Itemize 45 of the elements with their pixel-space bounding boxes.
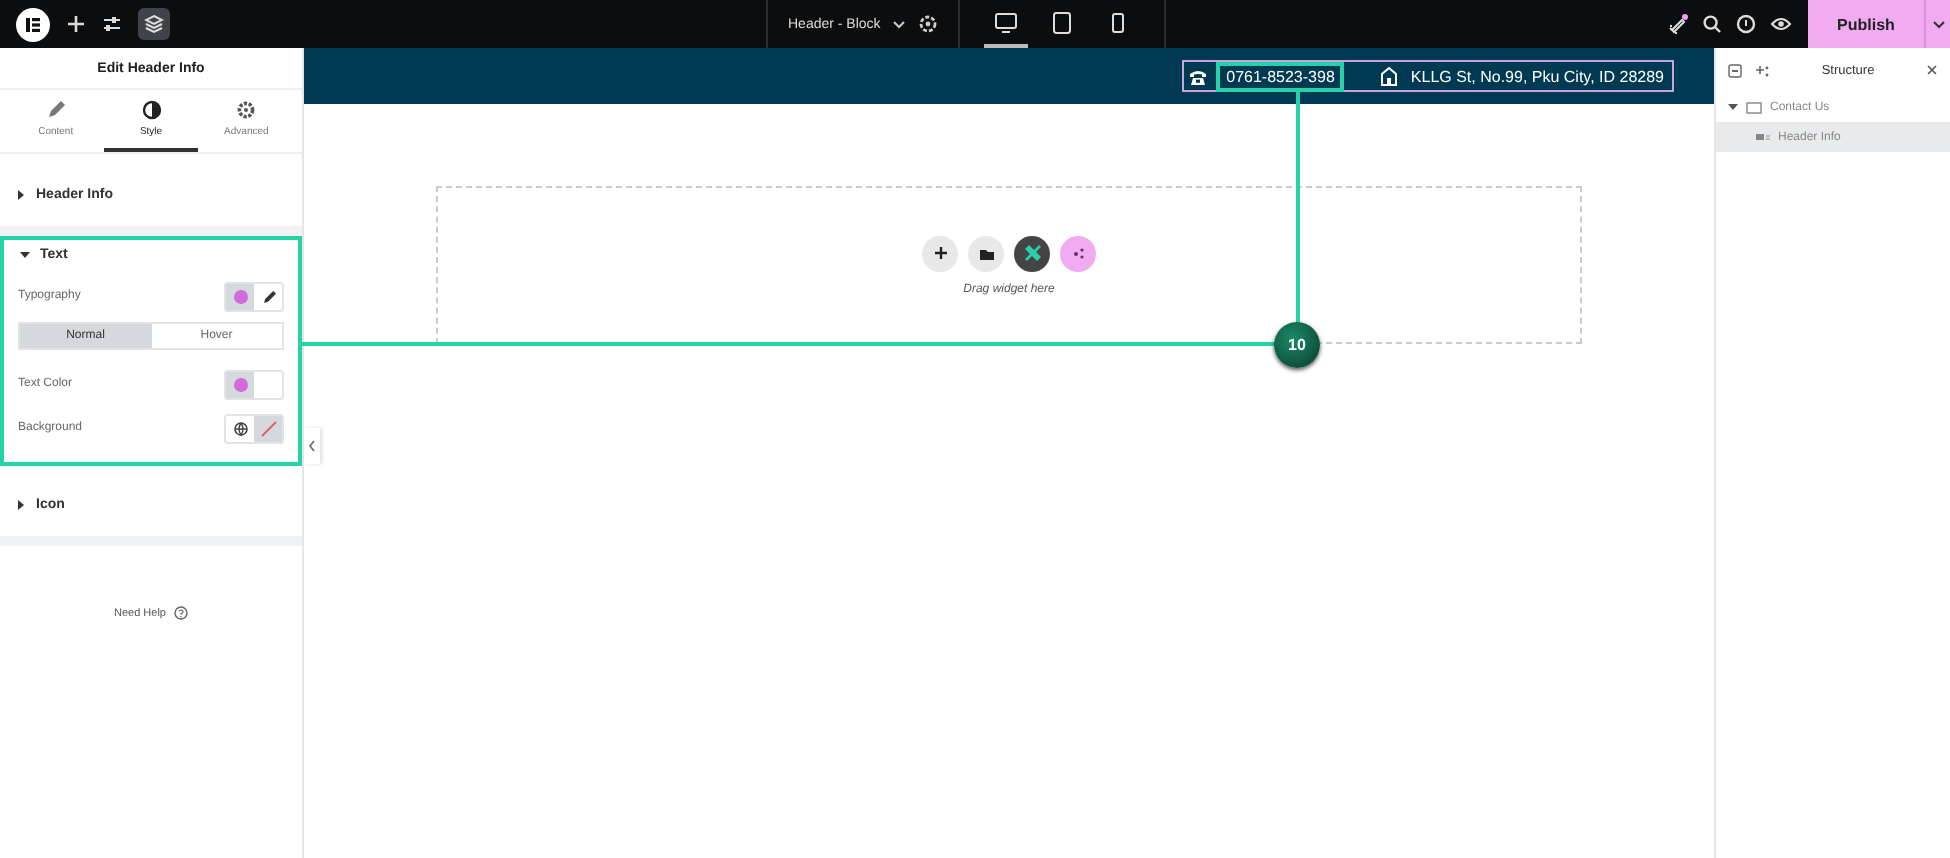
ai-button[interactable]	[1060, 235, 1096, 271]
panel-icon[interactable]	[1728, 63, 1742, 77]
pencil-icon	[45, 100, 66, 120]
publish-button[interactable]: Publish	[1808, 0, 1924, 48]
e-letter-icon	[24, 15, 42, 33]
monitor-icon	[994, 11, 1019, 33]
telephone-icon	[1188, 67, 1209, 85]
tablet-icon	[1050, 11, 1075, 33]
slash-icon	[259, 419, 277, 437]
layers-icon	[144, 14, 164, 34]
caret-icon	[16, 499, 26, 509]
chevron-down-icon[interactable]	[892, 19, 907, 29]
container-icon	[1746, 101, 1762, 113]
globe-icon	[233, 421, 247, 435]
caret-icon	[1728, 102, 1738, 112]
layers-button[interactable]	[138, 8, 170, 40]
address-text: KLLG St, No.99, Pku City, ID 28289	[1408, 65, 1666, 87]
contrast-icon	[141, 100, 161, 120]
building-icon	[1380, 66, 1399, 86]
publish-options-button[interactable]	[1924, 0, 1950, 48]
template-library-button[interactable]	[968, 235, 1004, 271]
logo-icon[interactable]	[16, 7, 50, 41]
gear-icon	[236, 100, 257, 120]
chevron-down-icon	[1931, 19, 1945, 29]
eye-icon[interactable]	[1770, 14, 1792, 34]
pencil-icon	[261, 289, 275, 303]
collapse-panel-button[interactable]	[304, 428, 320, 464]
chevron-left-icon	[308, 440, 316, 452]
add-section-button[interactable]	[922, 235, 958, 271]
search-icon[interactable]	[1702, 14, 1722, 34]
add-icon	[933, 246, 947, 260]
caret-icon	[16, 189, 26, 199]
close-icon[interactable]	[1926, 64, 1938, 76]
add-icon[interactable]	[66, 14, 86, 34]
global-color-button[interactable]	[226, 371, 254, 397]
cross-icon	[1023, 244, 1041, 262]
widget-icon	[1756, 132, 1770, 142]
kit-button[interactable]	[1014, 235, 1050, 271]
settings-icon[interactable]	[918, 14, 939, 34]
folder-icon	[979, 247, 993, 259]
help-icon	[174, 606, 188, 620]
help-icon[interactable]	[1736, 14, 1756, 34]
caret-icon	[20, 250, 30, 260]
sliders-icon[interactable]	[102, 14, 122, 34]
phone-number: 0761-8523-398	[1216, 61, 1345, 91]
